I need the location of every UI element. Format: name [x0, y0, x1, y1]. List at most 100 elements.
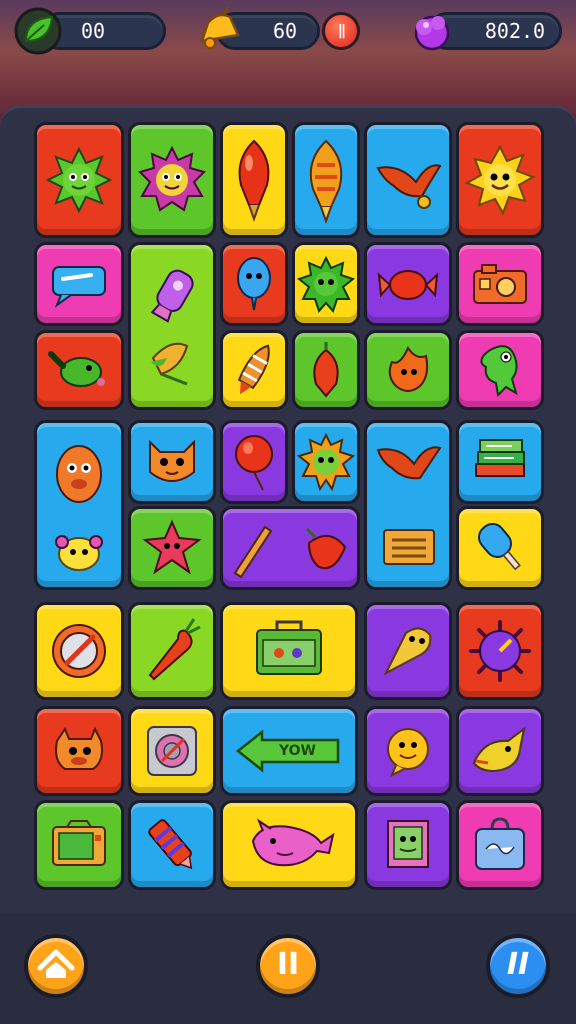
orange-flame-icon	[388, 345, 429, 392]
tile-red-candy[interactable]	[364, 242, 452, 326]
tile-orange-flame[interactable]	[364, 330, 452, 410]
tile-striped-balloon[interactable]	[292, 122, 360, 238]
gem-icon	[414, 15, 450, 51]
pause-mini-button[interactable]: ||	[322, 12, 360, 50]
picture-frame-icon	[387, 820, 429, 868]
tile-carrot[interactable]	[128, 602, 216, 700]
red-candy-icon	[377, 270, 439, 300]
green-spiky-icon	[297, 255, 355, 313]
leaf-icon	[14, 7, 62, 55]
home-icon	[37, 949, 75, 978]
sun-face-icon	[296, 432, 356, 492]
red-pepper-icon	[313, 342, 339, 398]
pause-button[interactable]: II	[256, 934, 320, 998]
tile-blue-balloon[interactable]	[220, 242, 288, 326]
tile-pink-star[interactable]	[128, 506, 216, 590]
hint-icon: II	[506, 947, 530, 982]
home-button[interactable]	[24, 934, 88, 998]
tile-picture-frame[interactable]	[364, 800, 452, 890]
purple-gear-icon	[469, 620, 531, 682]
pink-star-icon	[142, 519, 202, 575]
tile-purple-gear[interactable]	[456, 602, 544, 700]
yellow-sun-icon	[464, 144, 536, 216]
speech-bubble-icon	[52, 266, 106, 308]
bell-counter-value: 60	[272, 19, 298, 43]
speaker-icon	[147, 726, 197, 776]
camera-icon	[473, 264, 527, 304]
tile-orange-bull[interactable]	[34, 706, 124, 796]
treasure-box-icon	[383, 529, 435, 565]
orange-bird-2-icon	[376, 446, 442, 565]
green-ghost-icon	[480, 345, 518, 398]
blue-bag-icon	[475, 817, 525, 870]
tile-smiley[interactable]	[364, 706, 452, 796]
tile-green-tv[interactable]	[34, 800, 124, 890]
tile-camera[interactable]	[456, 242, 544, 326]
orange-bird-icon	[376, 164, 442, 209]
yellow-blob-icon	[55, 535, 103, 571]
tile-green-spiky[interactable]	[292, 242, 360, 326]
tile-orange-cat[interactable]	[128, 420, 216, 504]
tile-carrot-rocket[interactable]	[220, 330, 288, 410]
tile-purple-rocket[interactable]	[128, 242, 216, 410]
tile-sun-face[interactable]	[292, 420, 360, 504]
hint-button[interactable]: II	[486, 934, 550, 998]
purple-rocket-icon	[150, 269, 194, 386]
tile-toolbox[interactable]	[220, 602, 358, 700]
tile-green-lizard[interactable]	[34, 330, 124, 410]
red-balloon-2-icon	[235, 435, 273, 491]
pause-icon: II	[276, 947, 300, 982]
orange-bear-icon	[55, 445, 103, 571]
tile-arrow-sign[interactable]: YOW	[220, 706, 358, 796]
tile-blue-bag[interactable]	[456, 800, 544, 890]
bell-icon	[200, 6, 240, 49]
pink-whale-icon	[251, 818, 335, 867]
red-tomato-icon	[305, 527, 347, 569]
carrot-icon	[148, 618, 201, 681]
tile-crayon[interactable]	[128, 800, 216, 890]
toolbox-icon	[256, 620, 322, 675]
tile-orange-bird-2[interactable]	[364, 420, 452, 590]
tile-sun-creature[interactable]	[34, 122, 124, 238]
tile-yellow-sun[interactable]	[456, 122, 544, 238]
gem-counter-value: 802.0	[484, 19, 546, 43]
tile-green-books[interactable]	[456, 420, 544, 504]
sun-creature-icon	[45, 146, 113, 214]
tile-orange-pencil[interactable]	[220, 506, 360, 590]
tile-orange-bird[interactable]	[364, 122, 452, 238]
hud-bar: 00 60 || 802.0	[0, 0, 576, 70]
green-books-icon	[475, 439, 525, 477]
tile-pink-whale[interactable]	[220, 800, 358, 890]
pause-mini-label: ||	[337, 23, 346, 39]
smiley-icon	[387, 728, 429, 778]
orange-cat-icon	[149, 439, 195, 482]
target-disc-icon	[52, 624, 106, 678]
spiky-creature-icon	[138, 145, 206, 212]
green-tv-icon	[52, 820, 106, 866]
striped-balloon-icon	[309, 139, 343, 224]
tile-speaker[interactable]	[128, 706, 216, 796]
tile-red-pepper[interactable]	[292, 330, 360, 410]
tile-speech-bubble[interactable]	[34, 242, 124, 326]
carrot-rocket-icon	[237, 344, 270, 395]
tile-red-balloon[interactable]	[220, 122, 288, 238]
crayon-icon	[148, 819, 193, 870]
blue-popsicle-icon	[478, 522, 521, 571]
tile-target-disc[interactable]	[34, 602, 124, 700]
orange-pencil-icon	[233, 525, 347, 579]
yellow-bird-icon	[472, 726, 526, 773]
ice-cream-cone-icon	[383, 627, 432, 676]
leaf-counter-value: 00	[81, 19, 106, 43]
orange-bull-icon	[55, 726, 103, 770]
tile-orange-bear[interactable]	[34, 420, 124, 590]
tile-spiky-creature[interactable]	[128, 122, 216, 238]
tile-blue-popsicle[interactable]	[456, 506, 544, 590]
tile-red-balloon-2[interactable]	[220, 420, 288, 504]
blue-balloon-icon	[237, 257, 271, 311]
tile-yellow-bird[interactable]	[456, 706, 544, 796]
red-balloon-icon	[238, 139, 270, 222]
green-lizard-icon	[48, 351, 105, 387]
tile-ice-cream-cone[interactable]	[364, 602, 452, 700]
tile-green-ghost[interactable]	[456, 330, 544, 410]
arrow-sign-text: YOW	[279, 743, 316, 759]
